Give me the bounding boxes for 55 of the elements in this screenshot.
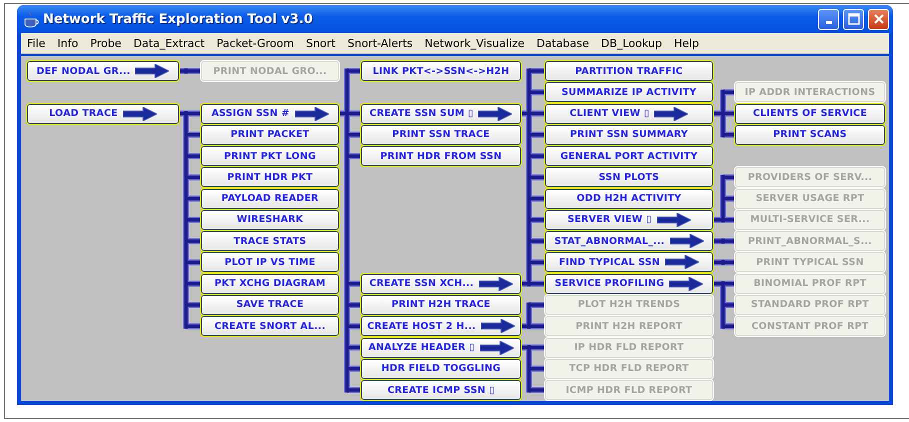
command-button[interactable]: CREATE SSN SUM ▯ [361, 104, 521, 124]
menu-item[interactable]: File [21, 36, 52, 50]
menu-item[interactable]: Network_Visualize [418, 36, 531, 50]
command-button[interactable]: LINK PKT<->SSN<->H2H [361, 61, 521, 81]
command-button[interactable]: PRINT HDR FROM SSN [361, 146, 521, 166]
command-button[interactable]: PRINT SCANS [735, 124, 885, 145]
cup-icon [23, 10, 39, 28]
command-button[interactable]: CREATE SSN XCH... [361, 274, 521, 294]
command-button[interactable]: ODD H2H ACTIVITY [545, 188, 713, 209]
command-button[interactable]: PRINT PKT LONG [201, 146, 339, 166]
command-button[interactable]: DEF NODAL GR... [27, 61, 179, 81]
minimize-icon [826, 21, 832, 24]
command-button[interactable]: SERVER VIEW ▯ [545, 210, 713, 230]
menu-item[interactable]: Snort-Alerts [342, 36, 419, 50]
command-button[interactable]: ASSIGN SSN # [201, 104, 339, 124]
command-button[interactable]: SERVICE PROFILING [545, 274, 713, 294]
menu-item[interactable]: Packet-Groom [210, 36, 300, 50]
command-button[interactable]: PARTITION TRAFFIC [545, 61, 713, 81]
command-button[interactable]: PRINT HDR PKT [201, 167, 339, 188]
command-button[interactable]: PLOT IP VS TIME [201, 252, 339, 272]
command-button[interactable]: STAT_ABNORMAL_... [545, 231, 713, 252]
command-button[interactable]: ANALYZE HEADER ▯ [361, 338, 521, 358]
menu-item[interactable]: Database [530, 36, 596, 50]
close-icon [872, 13, 884, 25]
command-button[interactable]: SUMMARIZE IP ACTIVITY [545, 82, 713, 102]
menu-item[interactable]: DB_Lookup [595, 36, 668, 50]
command-button[interactable]: CREATE ICMP SSN ▯ [361, 380, 521, 400]
command-button[interactable]: TRACE STATS [201, 231, 339, 252]
command-button[interactable]: PRINT H2H TRACE [361, 294, 521, 315]
command-button[interactable]: HDR FIELD TOGGLING [361, 358, 521, 379]
command-button[interactable]: SSN PLOTS [545, 167, 713, 188]
menu-item[interactable]: Help [668, 36, 706, 50]
menu-item[interactable]: Info [51, 36, 84, 50]
close-button[interactable] [868, 8, 889, 30]
command-button[interactable]: PRINT SSN SUMMARY [545, 124, 713, 145]
command-button[interactable]: LOAD TRACE [27, 104, 179, 124]
command-button[interactable]: PRINT SSN TRACE [361, 124, 521, 145]
command-button[interactable]: SAVE TRACE [201, 294, 339, 315]
command-button[interactable]: CREATE HOST 2 H... [361, 316, 521, 336]
command-button[interactable]: FIND TYPICAL SSN [545, 252, 713, 272]
command-button[interactable]: PAYLOAD READER [201, 188, 339, 209]
command-button[interactable]: PRINT PACKET [201, 124, 339, 145]
maximize-button[interactable] [843, 8, 864, 30]
command-button[interactable]: GENERAL PORT ACTIVITY [545, 146, 713, 166]
window-title: Network Traffic Exploration Tool v3.0 [43, 12, 314, 26]
maximize-icon [848, 13, 860, 25]
menu-item[interactable]: Data_Extract [127, 36, 211, 50]
menu-item[interactable]: Snort [300, 36, 342, 50]
command-button[interactable]: CLIENT VIEW ▯ [545, 104, 713, 124]
menu-item[interactable]: Probe [84, 36, 128, 50]
command-button[interactable]: CLIENTS OF SERVICE [735, 104, 885, 124]
minimize-button[interactable] [818, 8, 839, 30]
command-button[interactable]: CREATE SNORT AL... [201, 316, 339, 336]
command-button[interactable]: PKT XCHG DIAGRAM [201, 274, 339, 294]
command-button[interactable]: WIRESHARK [201, 210, 339, 230]
